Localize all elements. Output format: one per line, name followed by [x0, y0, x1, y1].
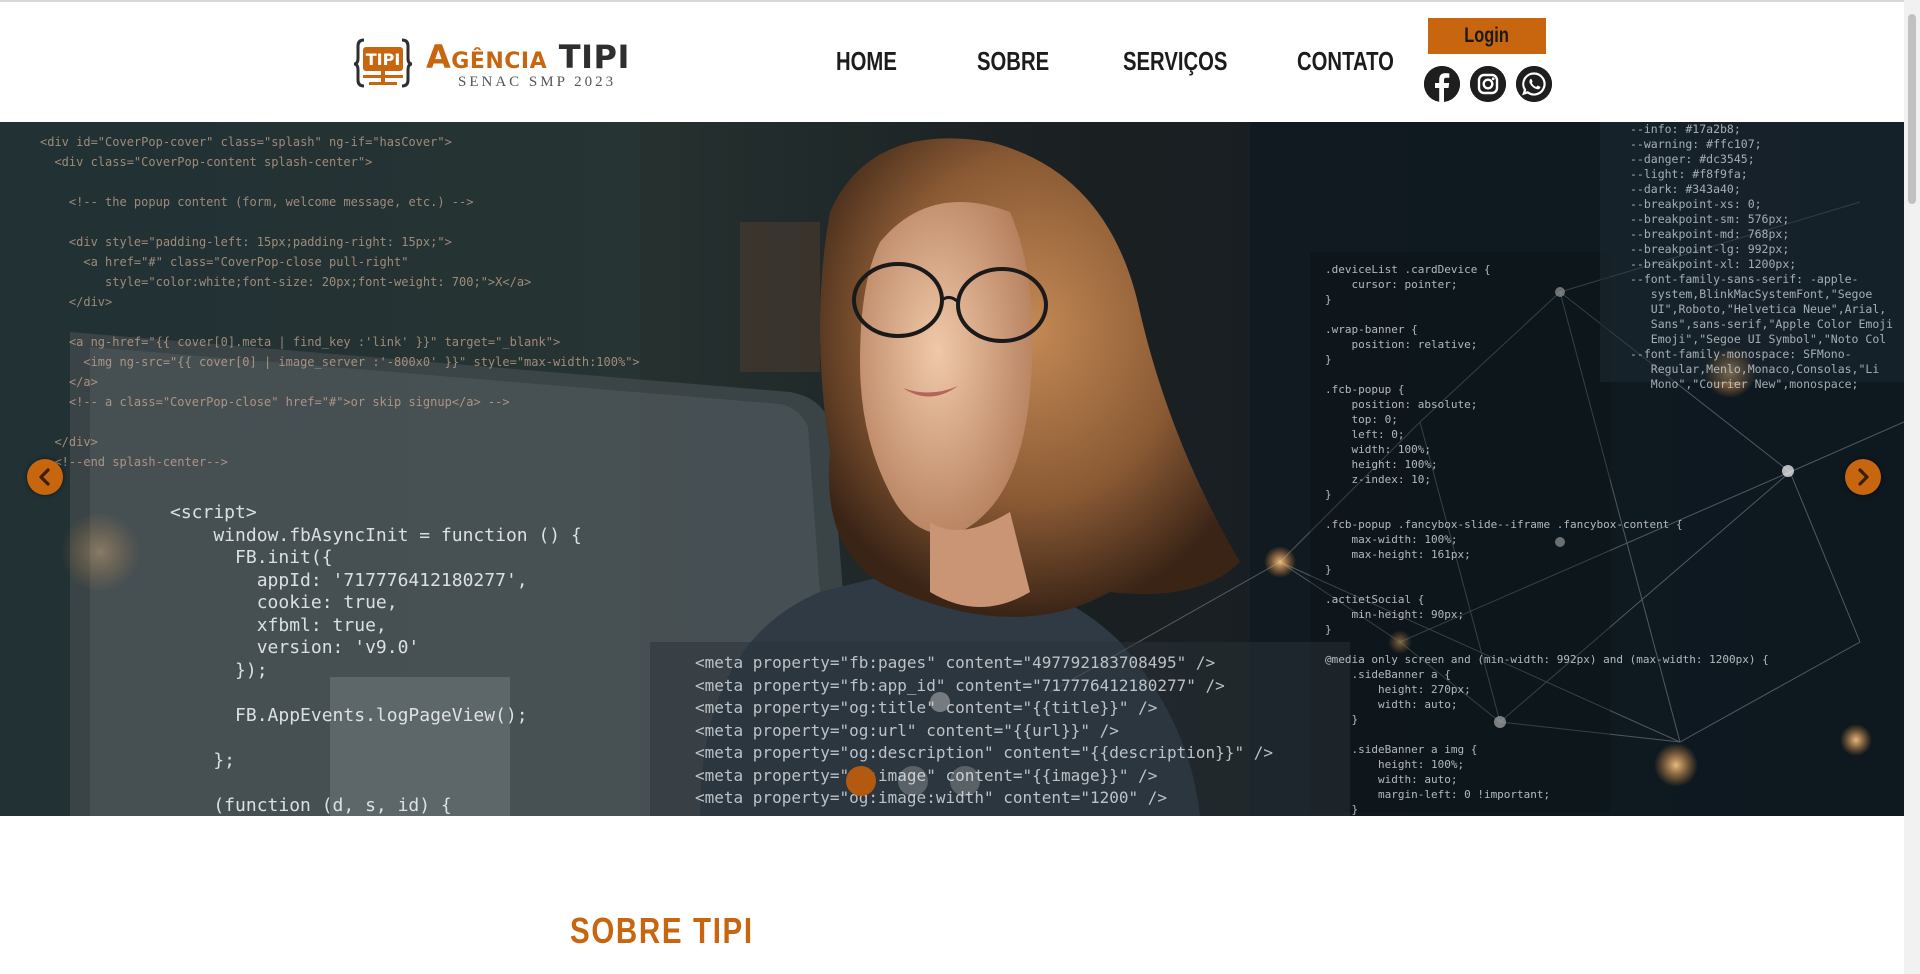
whatsapp-icon: [1516, 66, 1552, 102]
carousel-next-button[interactable]: [1845, 459, 1881, 495]
logo-mark-text: TIPI: [366, 50, 401, 69]
nav-item-contato[interactable]: CONTATO: [1297, 46, 1394, 77]
instagram-icon: [1470, 66, 1506, 102]
nav-item-home[interactable]: HOME: [836, 46, 897, 77]
scrollbar-thumb[interactable]: [1908, 14, 1916, 204]
carousel-prev-button[interactable]: [27, 459, 63, 495]
carousel-indicator-3[interactable]: [950, 766, 980, 796]
login-button[interactable]: Login: [1428, 18, 1546, 54]
whatsapp-link[interactable]: [1516, 66, 1552, 102]
brand-logo[interactable]: TIPI Agência TIPI SENAC SMP 2023: [352, 36, 662, 96]
facebook-icon: [1424, 66, 1460, 102]
nav-item-sobre[interactable]: SOBRE: [977, 46, 1049, 77]
chevron-right-icon: [1858, 468, 1869, 486]
brand-name-part2: TIPI: [558, 38, 630, 76]
hero-background-image: [0, 122, 1904, 816]
login-button-label: Login: [1464, 24, 1510, 47]
nav-item-servicos[interactable]: SERVIÇOS: [1123, 46, 1227, 77]
hero-carousel: <div id="CoverPop-cover" class="splash" …: [0, 122, 1904, 816]
carousel-indicators: [846, 766, 980, 796]
tipi-logo-icon: TIPI: [353, 38, 413, 88]
chevron-left-icon: [39, 468, 50, 486]
carousel-indicator-1[interactable]: [846, 766, 876, 796]
carousel-indicator-2[interactable]: [898, 766, 928, 796]
brand-subtitle: SENAC SMP 2023: [458, 74, 617, 90]
brand-name: Agência TIPI: [426, 38, 630, 76]
site-header: TIPI Agência TIPI SENAC SMP 2023 HOME SO…: [0, 2, 1904, 122]
brand-name-part1: Agência: [426, 38, 548, 76]
instagram-link[interactable]: [1470, 66, 1506, 102]
about-section-title: SOBRE TIPI: [570, 910, 754, 951]
facebook-link[interactable]: [1424, 66, 1460, 102]
